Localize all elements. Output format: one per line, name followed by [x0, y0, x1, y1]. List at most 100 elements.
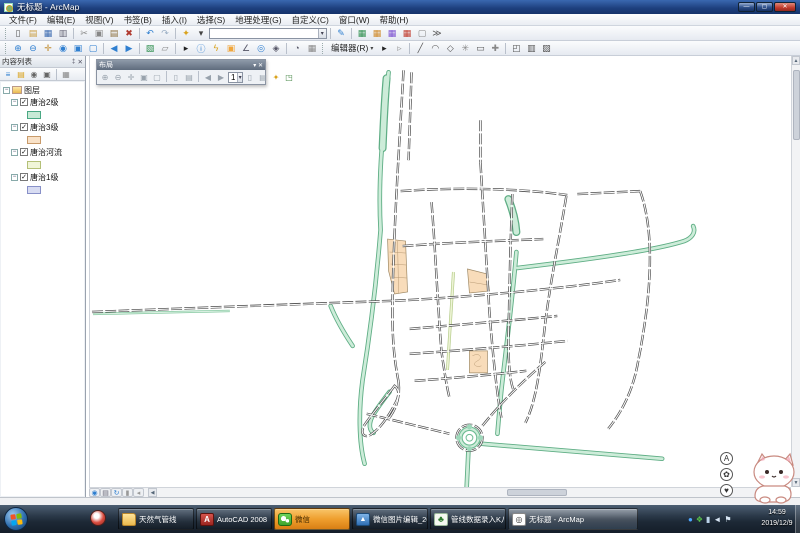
line-tool-icon[interactable]: ╱: [413, 42, 427, 55]
layer-visibility-checkbox[interactable]: ✓: [20, 123, 28, 131]
layout-fixed-zoom-out-icon[interactable]: ▢: [151, 71, 163, 83]
layer-name[interactable]: 唐治1级: [30, 172, 58, 183]
browser-icon[interactable]: [90, 510, 106, 526]
refresh-view-button[interactable]: ↻: [111, 488, 122, 497]
pet-button-heart[interactable]: ♥: [720, 484, 733, 497]
rotate-tool-icon[interactable]: ◰: [509, 42, 523, 55]
pet-widget[interactable]: A ✿ ♥: [718, 450, 798, 504]
collapse-icon[interactable]: −: [11, 99, 18, 106]
save-icon[interactable]: ▦: [41, 27, 55, 40]
taskbar-autocad[interactable]: AAutoCAD 2008: [196, 508, 272, 530]
layer-visibility-checkbox[interactable]: ✓: [20, 98, 28, 106]
toolbar-grip[interactable]: [5, 43, 8, 54]
menu-自定义[interactable]: 自定义(C): [287, 14, 334, 26]
map-canvas[interactable]: 布局 ▾ ✕ ⊕⊖✛▣▢▯▤◀▶ ▾ ▯▤✦◳: [89, 56, 791, 487]
zoom-out-icon[interactable]: ⊖: [26, 42, 40, 55]
menu-视图[interactable]: 视图(V): [80, 14, 118, 26]
toolbar-grip[interactable]: [322, 43, 325, 54]
taskbar-data-entry[interactable]: ♣管线数据录入K八...: [430, 508, 506, 530]
copy-icon[interactable]: ▣: [92, 27, 106, 40]
layout-forward-icon[interactable]: ▶: [215, 71, 227, 83]
zoom-in-icon[interactable]: ⊕: [11, 42, 25, 55]
open-icon[interactable]: ▤: [26, 27, 40, 40]
toc-window-icon[interactable]: ▦: [355, 27, 369, 40]
menu-编辑[interactable]: 编辑(E): [42, 14, 80, 26]
layout-toolbar-close-icon[interactable]: ▾ ✕: [253, 62, 263, 69]
fixed-zoom-in-icon[interactable]: ▣: [71, 42, 85, 55]
layout-toolbar-window[interactable]: 布局 ▾ ✕ ⊕⊖✛▣▢▯▤◀▶ ▾ ▯▤✦◳: [96, 59, 266, 85]
print-icon[interactable]: ▥: [56, 27, 70, 40]
tray-network-icon[interactable]: ▮: [706, 515, 710, 524]
scroll-up-icon[interactable]: ▲: [792, 56, 800, 65]
window-titlebar[interactable]: 无标题 - ArcMap —▢✕: [0, 0, 800, 14]
snap-icon[interactable]: ✳: [458, 42, 472, 55]
maximize-button[interactable]: ▢: [756, 2, 773, 12]
layout-zoom-combo[interactable]: ▾: [228, 72, 243, 83]
horizontal-scroll-thumb[interactable]: [507, 489, 567, 496]
taskbar-arcmap[interactable]: ◎无标题 - ArcMap: [508, 508, 638, 530]
list-by-selection-icon[interactable]: ▣: [41, 69, 53, 80]
back-extent-icon[interactable]: ◀: [107, 42, 121, 55]
focus-dataframe-icon[interactable]: ▤: [257, 71, 269, 83]
layout-zoom-out-icon[interactable]: ⊖: [112, 71, 124, 83]
menu-插入[interactable]: 插入(I): [157, 14, 192, 26]
vertex-tool-icon[interactable]: ◇: [443, 42, 457, 55]
scroll-left-icon[interactable]: ◀: [148, 488, 157, 497]
scale-dropdown-arrow-icon[interactable]: ▾: [318, 29, 326, 38]
tray-volume-icon[interactable]: ◄: [713, 515, 721, 524]
measure-icon[interactable]: ∠: [239, 42, 253, 55]
search-icon[interactable]: ▦: [385, 27, 399, 40]
pause-labels-button[interactable]: ◂: [133, 488, 144, 497]
layer-name[interactable]: 唐治2级: [30, 97, 58, 108]
zoom-whole-page-icon[interactable]: ▯: [170, 71, 182, 83]
layout-toolbar-titlebar[interactable]: 布局 ▾ ✕: [97, 60, 265, 70]
redo-icon[interactable]: ↷: [158, 27, 172, 40]
layer-visibility-checkbox[interactable]: ✓: [20, 173, 28, 181]
select-features-icon[interactable]: ▧: [143, 42, 157, 55]
edit-sketch-icon[interactable]: ✎: [334, 27, 348, 40]
list-by-drawing-order-icon[interactable]: ≡: [2, 69, 14, 80]
layer-row[interactable]: −✓唐治3级: [3, 121, 84, 133]
data-view-button[interactable]: ◉: [89, 488, 100, 497]
trace-icon[interactable]: ▹: [392, 42, 406, 55]
edit-arrow-icon[interactable]: ▸: [377, 42, 391, 55]
menu-帮助[interactable]: 帮助(H): [375, 14, 414, 26]
rectangle-tool-icon[interactable]: ▭: [473, 42, 487, 55]
zoom-100-icon[interactable]: ▤: [183, 71, 195, 83]
layout-zoom-input[interactable]: [229, 73, 237, 82]
minimize-button[interactable]: —: [738, 2, 755, 12]
layer-row[interactable]: −✓唐治河流: [3, 146, 84, 158]
collapse-icon[interactable]: −: [11, 124, 18, 131]
collapse-icon[interactable]: −: [11, 149, 18, 156]
start-button[interactable]: [4, 507, 28, 531]
model-builder-icon[interactable]: ▢: [415, 27, 429, 40]
pin-icon[interactable]: ‡: [72, 58, 76, 66]
layout-zoom-in-icon[interactable]: ⊕: [99, 71, 111, 83]
undo-icon[interactable]: ↶: [143, 27, 157, 40]
attributes-icon[interactable]: ▥: [524, 42, 538, 55]
split-tool-icon[interactable]: ✚: [488, 42, 502, 55]
taskbar-wechat[interactable]: 微信: [274, 508, 350, 530]
add-data-icon[interactable]: ✦: [179, 27, 193, 40]
pet-button-a[interactable]: A: [720, 452, 733, 465]
delete-icon[interactable]: ✖: [122, 27, 136, 40]
close-button[interactable]: ✕: [774, 2, 796, 12]
layout-pan-icon[interactable]: ✛: [125, 71, 137, 83]
time-slider-icon[interactable]: ◔: [290, 42, 304, 55]
vertical-scroll-thumb[interactable]: [793, 70, 800, 140]
pet-button-flower[interactable]: ✿: [720, 468, 733, 481]
show-desktop-button[interactable]: [795, 505, 800, 533]
data-driven-pages-icon[interactable]: ◳: [283, 71, 295, 83]
editor-menu-button[interactable]: 编辑器(R) ▾: [328, 42, 376, 54]
catalog-icon[interactable]: ▦: [370, 27, 384, 40]
layer-row[interactable]: −✓唐治1级: [3, 171, 84, 183]
add-data-arrow-icon[interactable]: ▾: [194, 27, 208, 40]
layout-zoom-dropdown-icon[interactable]: ▾: [237, 73, 242, 82]
taskbar-clock[interactable]: 14:59 2019/12/9: [756, 507, 798, 529]
html-popup-icon[interactable]: ▣: [224, 42, 238, 55]
xy-icon[interactable]: ◈: [269, 42, 283, 55]
fixed-zoom-out-icon[interactable]: ▢: [86, 42, 100, 55]
cat-sticker[interactable]: [735, 450, 797, 504]
menu-窗口[interactable]: 窗口(W): [334, 14, 375, 26]
full-extent-icon[interactable]: ◉: [56, 42, 70, 55]
